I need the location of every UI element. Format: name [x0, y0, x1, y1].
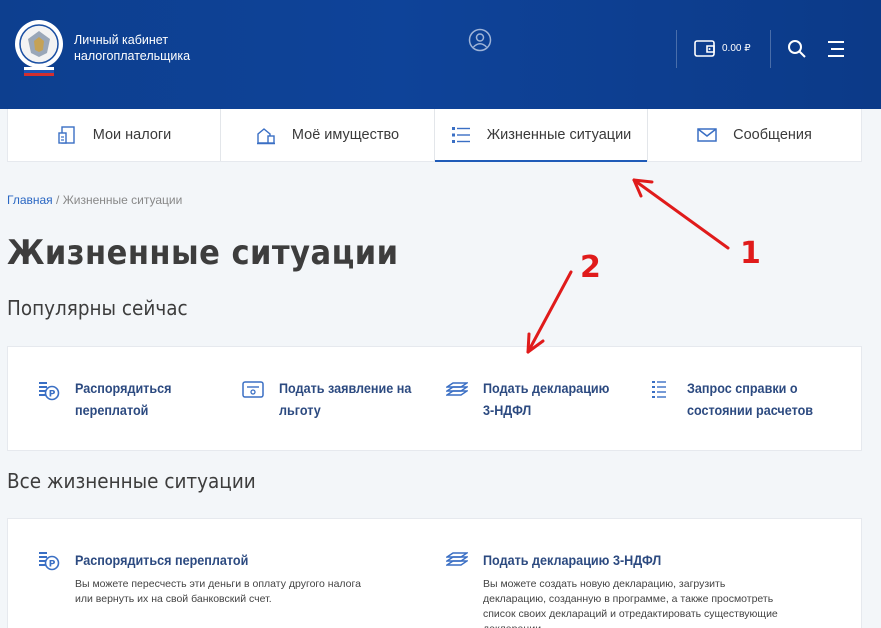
breadcrumb-home-link[interactable]: Главная [7, 193, 53, 207]
tab-my-taxes[interactable]: Мои налоги [8, 109, 221, 161]
tab-my-property[interactable]: Моё имущество [221, 109, 435, 161]
svg-text:P: P [49, 560, 56, 570]
taxes-icon [58, 126, 75, 144]
list-lines-icon [652, 381, 666, 398]
main-nav-tabs: Мои налоги Моё имущество Жизненные ситуа… [7, 109, 862, 162]
wallet-icon[interactable] [694, 38, 716, 58]
page-title: Жизненные ситуации [7, 233, 399, 273]
situation-declaration[interactable]: Подать декларацию 3-НДФЛ Вы можете созда… [446, 549, 836, 628]
situation-description: Вы можете создать новую декларацию, загр… [483, 578, 778, 628]
balance-value[interactable]: 0.00 ₽ [722, 43, 751, 54]
situation-description: Вы можете пересчесть эти деньги в оплату… [75, 578, 361, 605]
popular-item-settlement-certificate[interactable]: Запрос справки о состоянии расчетов [650, 377, 837, 421]
popular-item-declaration[interactable]: Подать декларацию 3-НДФЛ [446, 377, 633, 421]
property-icon [256, 128, 275, 145]
popular-item-label: Подать декларацию 3-НДФЛ [483, 380, 610, 418]
coins-ruble-icon: P [39, 552, 60, 571]
coins-ruble-icon: P [39, 382, 60, 401]
list-icon [451, 127, 470, 143]
situation-title: Распорядиться переплатой [75, 552, 249, 568]
header: Личный кабинет налогоплательщика 0.00 ₽ [0, 0, 881, 109]
popular-card: P Распорядиться переплатой Подать заявле… [7, 346, 862, 451]
header-divider [770, 30, 771, 68]
popular-heading: Популярны сейчас [7, 296, 188, 320]
fns-emblem-icon[interactable] [14, 17, 64, 79]
tab-messages[interactable]: Сообщения [648, 109, 861, 161]
header-divider [676, 30, 677, 68]
all-situations-card: P Распорядиться переплатой Вы можете пер… [7, 518, 862, 628]
tab-label: Мои налоги [92, 127, 172, 143]
popular-item-overpayment[interactable]: P Распорядиться переплатой [38, 377, 225, 421]
breadcrumb-current: Жизненные ситуации [62, 193, 183, 207]
breadcrumb: Главная / Жизненные ситуации [7, 193, 182, 207]
brand-title[interactable]: Личный кабинет налогоплательщика [74, 32, 190, 64]
envelope-icon [697, 128, 717, 142]
user-icon[interactable] [468, 28, 492, 52]
svg-text:P: P [49, 390, 56, 400]
breadcrumb-separator: / [52, 193, 63, 207]
situation-title: Подать декларацию 3-НДФЛ [483, 552, 662, 568]
popular-item-benefit-application[interactable]: Подать заявление на льготу [242, 377, 429, 421]
situation-overpayment[interactable]: P Распорядиться переплатой Вы можете пер… [38, 549, 408, 607]
brand-line2: налогоплательщика [74, 49, 191, 63]
tab-label: Сообщения [733, 127, 812, 143]
declaration-stack-icon [446, 382, 468, 396]
popular-item-label: Распорядиться переплатой [75, 380, 172, 418]
tab-label: Жизненные ситуации [486, 127, 632, 143]
declaration-stack-icon [446, 552, 468, 566]
annotation-number-2: 2 [580, 250, 601, 285]
menu-icon[interactable] [826, 40, 846, 58]
all-situations-heading: Все жизненные ситуации [7, 469, 256, 493]
tab-label: Моё имущество [291, 127, 400, 143]
search-icon[interactable] [787, 39, 807, 59]
popular-item-label: Запрос справки о состоянии расчетов [687, 380, 814, 418]
annotation-number-1: 1 [740, 236, 761, 271]
document-form-icon [242, 381, 264, 398]
tab-life-situations[interactable]: Жизненные ситуации [435, 109, 648, 162]
brand-line1: Личный кабинет [74, 33, 169, 47]
popular-item-label: Подать заявление на льготу [279, 380, 412, 418]
